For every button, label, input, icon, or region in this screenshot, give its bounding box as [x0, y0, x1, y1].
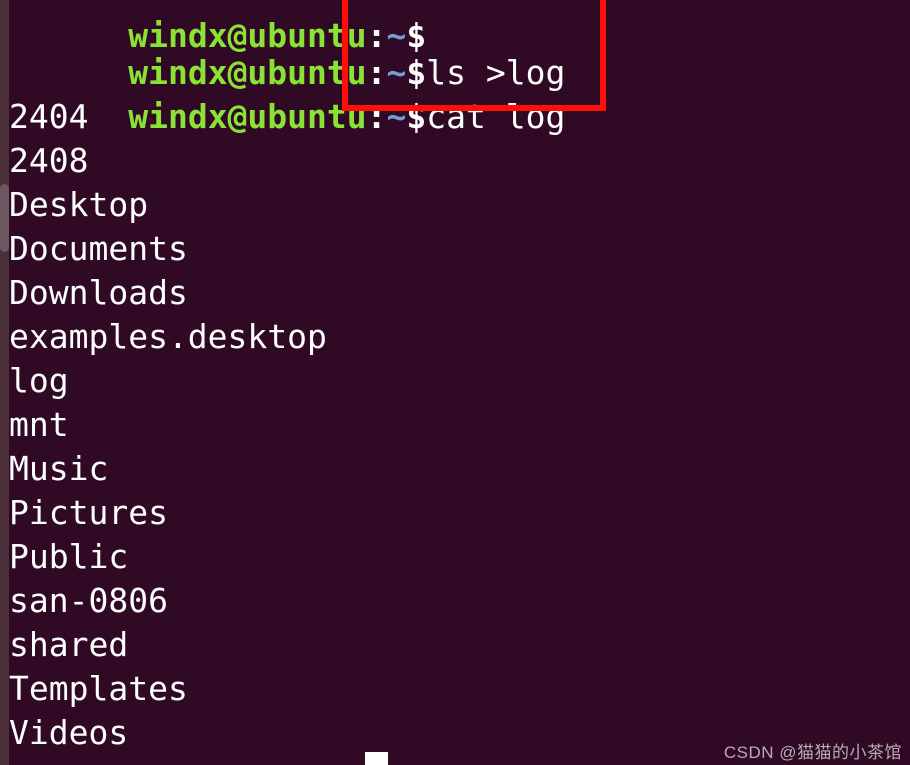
output-line: Music	[9, 449, 109, 488]
output-line: Public	[9, 537, 129, 576]
terminal-line-command-ls: windx@ubuntu:~$ls >log	[9, 7, 565, 92]
output-line: Documents	[9, 229, 188, 268]
output-line: examples.desktop	[9, 317, 327, 356]
prompt-colon: :	[366, 97, 387, 136]
prompt-symbol: $	[406, 97, 427, 136]
vertical-scrollbar[interactable]	[0, 0, 9, 765]
output-line: mnt	[9, 405, 69, 444]
prompt-path: ~	[386, 97, 407, 136]
output-line: Templates	[9, 669, 188, 708]
terminal-line-command-cat: windx@ubuntu:~$cat log	[9, 51, 565, 136]
terminal-window: windx@ubuntu:~$ windx@ubuntu:~$ls >log w…	[0, 0, 910, 765]
output-line: log	[9, 361, 69, 400]
output-line: Downloads	[9, 273, 188, 312]
terminal-line-partial-bottom: windx@ubuntu:~$	[9, 748, 426, 765]
command-text-cat: cat log	[426, 97, 566, 136]
output-line: Pictures	[9, 493, 168, 532]
terminal-output-area[interactable]: windx@ubuntu:~$ windx@ubuntu:~$ls >log w…	[9, 0, 910, 765]
prompt-user-host: windx@ubuntu	[128, 97, 367, 136]
output-line: 2404	[9, 97, 89, 136]
output-line: Desktop	[9, 185, 149, 224]
terminal-cursor	[365, 752, 388, 765]
output-line: 2408	[9, 141, 89, 180]
watermark-text: CSDN @猫猫的小茶馆	[723, 743, 902, 762]
scrollbar-thumb[interactable]	[0, 184, 9, 252]
output-line: shared	[9, 625, 129, 664]
output-line: san-0806	[9, 581, 168, 620]
